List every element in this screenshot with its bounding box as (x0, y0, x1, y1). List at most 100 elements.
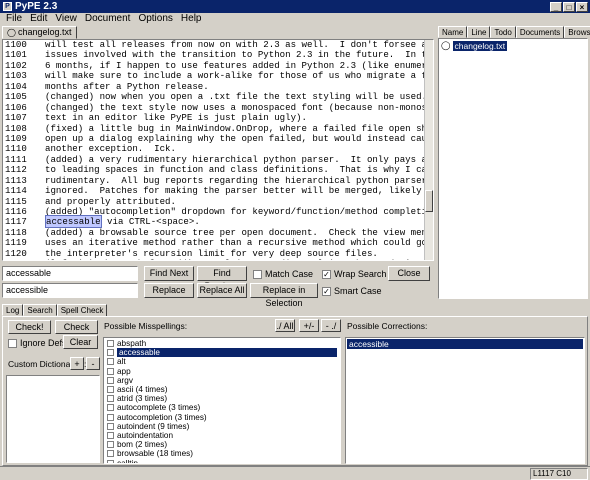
tab-todo[interactable]: Todo (490, 26, 516, 38)
wrap-search-checkbox[interactable]: ✓ Wrap Search (322, 269, 386, 279)
check-selection-button[interactable]: Check Sel (55, 320, 98, 345)
menu-document[interactable]: Document (81, 13, 135, 25)
line-text: (left in) the stub for adding tooltips. … (45, 258, 433, 260)
editor-scrollbar[interactable] (424, 40, 433, 260)
checkbox-box: ✓ (322, 286, 331, 296)
replace-in-selection-button[interactable]: Replace in Selection (250, 283, 318, 308)
misspelling-item[interactable]: bom (2 times) (104, 440, 340, 449)
misspelling-item-label: autocompletion (3 times) (117, 412, 207, 422)
toggle-selection-button[interactable]: +/- (299, 319, 319, 332)
find-next-button[interactable]: Find Next (144, 266, 194, 281)
window-controls: _ □ × (550, 1, 588, 12)
menu-options[interactable]: Options (134, 13, 176, 25)
misspelling-item[interactable]: app (104, 367, 340, 376)
cursor-position: L1117 C10 (530, 468, 588, 480)
app-icon: P (3, 2, 12, 11)
menu-edit[interactable]: Edit (26, 13, 51, 25)
misspelling-item[interactable]: argv (104, 376, 340, 385)
replace-button[interactable]: Replace (144, 283, 194, 298)
misspelling-item-label: autocomplete (3 times) (117, 403, 201, 413)
tab-name[interactable]: Name (438, 26, 468, 38)
document-list-item[interactable]: ◯ changelog.txt (441, 40, 587, 51)
match-case-label: Match Case (265, 269, 314, 279)
checkbox-box[interactable] (107, 358, 114, 366)
title-bar: P PyPE 2.3 _ □ × (0, 0, 590, 13)
checkbox-box[interactable] (107, 441, 114, 449)
documents-list: ◯ changelog.txt (438, 38, 588, 299)
replace-input[interactable]: accessible (2, 283, 138, 298)
misspelling-item-label: app (117, 366, 131, 376)
select-none-button[interactable]: - ./ (321, 319, 341, 332)
checkbox-box[interactable] (107, 459, 114, 463)
checkbox-box[interactable] (107, 367, 114, 375)
menu-view[interactable]: View (51, 13, 81, 25)
possible-misspellings-label: Possible Misspellings: (104, 321, 188, 331)
tab-search[interactable]: Search (23, 304, 57, 316)
editor-line: 1107 text in an editor like PyPE is just … (3, 112, 428, 124)
document-list-item-label: changelog.txt (452, 40, 508, 51)
code-editor[interactable]: 1100 will test all releases from now on w… (2, 39, 434, 261)
minimize-button[interactable]: _ (550, 1, 562, 12)
misspelling-item[interactable]: autocompletion (3 times) (104, 413, 340, 422)
corrections-list[interactable]: accessible (345, 337, 585, 464)
close-find-button[interactable]: Close (388, 266, 430, 281)
line-text: text in an editor like PyPE is just plai… (45, 112, 307, 124)
misspelling-item[interactable]: abspath (104, 339, 340, 348)
tab-log[interactable]: Log (2, 304, 24, 316)
misspelling-item-label: browsable (18 times) (117, 449, 193, 459)
misspelling-item-label: abspath (117, 339, 147, 349)
add-dictionary-button[interactable]: + (70, 357, 84, 370)
misspelling-item[interactable]: autoindentation (104, 431, 340, 440)
misspelling-item[interactable]: calltip (104, 458, 340, 463)
ignore-defs-label: Ignore Defs (20, 338, 67, 348)
misspelling-item[interactable]: atrid (3 times) (104, 394, 340, 403)
misspelling-item[interactable]: autoindent (9 times) (104, 422, 340, 431)
remove-dictionary-button[interactable]: - (86, 357, 100, 370)
smart-case-checkbox[interactable]: ✓ Smart Case (322, 286, 382, 296)
checkbox-box[interactable] (107, 340, 114, 348)
line-number: 1114 (3, 185, 45, 197)
match-case-checkbox[interactable]: Match Case (253, 269, 313, 279)
checkbox-box[interactable] (107, 413, 114, 421)
misspelling-item[interactable]: alt (104, 357, 340, 366)
checkbox-box[interactable] (107, 422, 114, 430)
checkbox-box[interactable] (107, 349, 114, 357)
ignore-defs-checkbox[interactable]: Ignore Defs (8, 338, 67, 348)
checkbox-box[interactable] (107, 386, 114, 394)
menu-file[interactable]: File (2, 13, 26, 25)
clear-button[interactable]: Clear (63, 335, 98, 349)
right-panel-tabs: Name Line Todo Documents Browse... (438, 26, 590, 39)
menu-help[interactable]: Help (177, 13, 206, 25)
find-input[interactable]: accessable (2, 266, 138, 281)
tab-browse[interactable]: Browse... (564, 26, 590, 38)
close-window-button[interactable]: × (576, 1, 588, 12)
misspellings-list[interactable]: abspath accessable alt app argv ascii (4 time… (103, 337, 341, 464)
scrollbar-thumb[interactable] (425, 190, 433, 212)
correction-item[interactable]: accessible (347, 339, 583, 349)
checkbox-box[interactable] (107, 395, 114, 403)
tab-document[interactable]: ◯ changelog.txt (2, 26, 77, 39)
document-icon: ◯ (7, 28, 16, 37)
misspelling-item-label: bom (2 times) (117, 440, 168, 450)
select-all-button[interactable]: ./ All (275, 319, 295, 332)
document-icon: ◯ (441, 40, 451, 50)
misspelling-item-label: autoindent (9 times) (117, 421, 190, 431)
check-button[interactable]: Check! (8, 320, 51, 334)
maximize-button[interactable]: □ (563, 1, 575, 12)
misspelling-item[interactable]: browsable (18 times) (104, 449, 340, 458)
checkbox-box[interactable] (107, 450, 114, 458)
status-bar: L1117 C10 (0, 466, 590, 480)
replace-all-button[interactable]: Replace All (197, 283, 247, 298)
tab-line[interactable]: Line (467, 26, 491, 38)
checkbox-box[interactable] (107, 431, 114, 439)
line-number: 1121 (3, 258, 45, 260)
checkbox-box[interactable] (107, 404, 114, 412)
line-text-rest: via CTRL-<space>. (101, 216, 200, 228)
misspelling-item[interactable]: autocomplete (3 times) (104, 403, 340, 412)
find-previous-button[interactable]: Find Previous (197, 266, 247, 291)
checkbox-box[interactable] (107, 376, 114, 384)
misspelling-item[interactable]: ascii (4 times) (104, 385, 340, 394)
correction-item-label: accessible (347, 339, 583, 349)
custom-dictionaries-list[interactable] (6, 375, 100, 463)
misspelling-item[interactable]: accessable (104, 348, 340, 358)
